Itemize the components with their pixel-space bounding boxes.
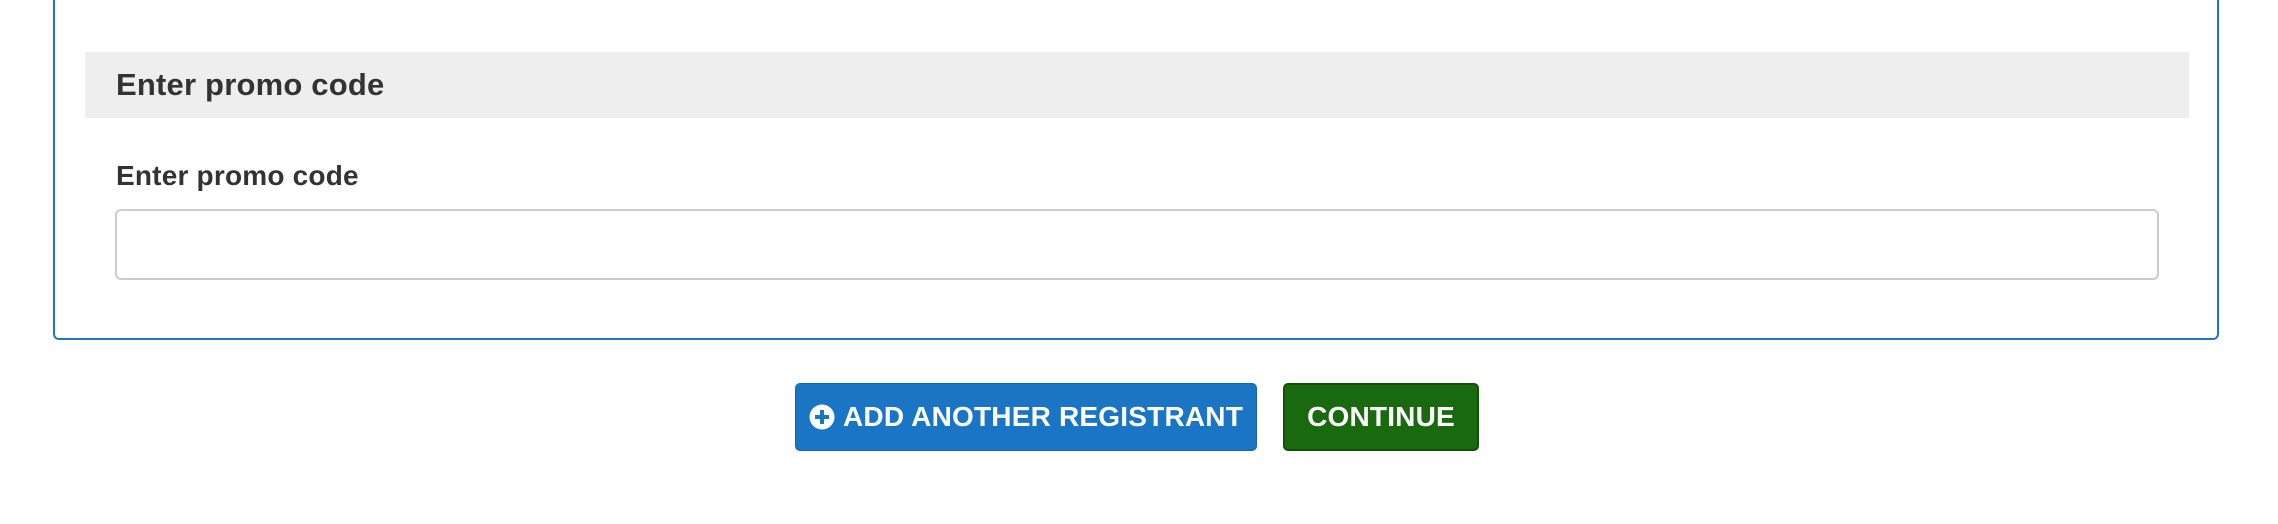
registration-card — [53, 0, 2219, 340]
plus-circle-icon — [809, 404, 835, 430]
promo-code-input[interactable] — [115, 209, 2159, 280]
add-another-registrant-label: ADD ANOTHER REGISTRANT — [842, 401, 1244, 432]
promo-section-title: Enter promo code — [116, 67, 385, 102]
add-another-registrant-button[interactable]: ADD ANOTHER REGISTRANT — [795, 383, 1257, 451]
promo-code-label: Enter promo code — [116, 160, 359, 191]
continue-button[interactable]: CONTINUE — [1283, 383, 1479, 451]
promo-section-header: Enter promo code — [85, 52, 2189, 118]
continue-label: CONTINUE — [1307, 401, 1455, 432]
